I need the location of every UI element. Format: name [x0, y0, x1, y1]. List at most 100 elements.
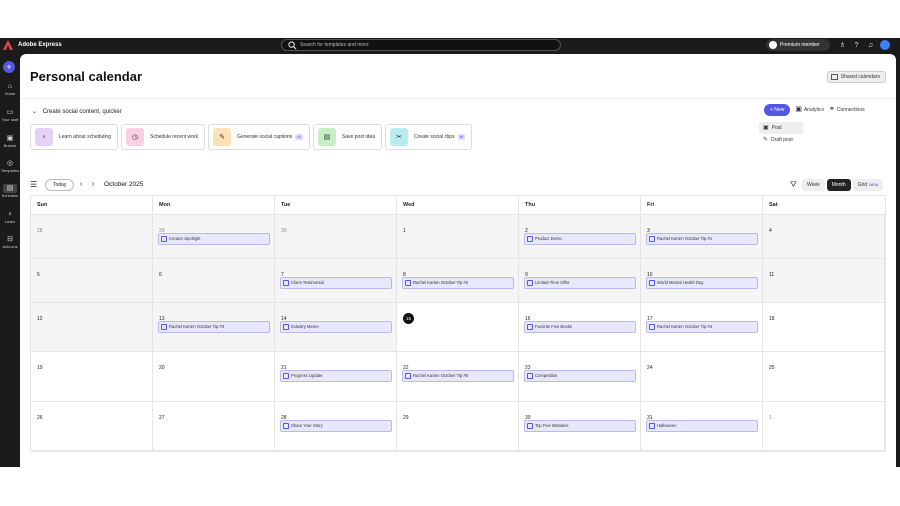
scheduled-post[interactable]: Favorite Five Books	[524, 321, 636, 333]
calendar-day-cell[interactable]: 24	[641, 352, 763, 402]
rail-item-schedule[interactable]: ▤ Schedule	[0, 184, 20, 199]
analytics-button[interactable]: ▣ Analytics	[795, 104, 824, 116]
scheduled-post[interactable]: World Mental Health Day	[646, 277, 758, 289]
calendar-day-cell[interactable]: 29 Creator Spotlight	[153, 215, 275, 259]
calendar-day-cell[interactable]: 30	[275, 215, 397, 259]
scheduled-post[interactable]: Creator Spotlight	[158, 233, 270, 245]
calendar-day-cell[interactable]: 11	[763, 259, 885, 303]
search-placeholder: Search for templates and more	[300, 42, 369, 48]
calendar-day-cell[interactable]: 27	[153, 402, 275, 452]
calendar-day-cell[interactable]: 26	[31, 402, 153, 452]
calendar-day-cell[interactable]: 1	[397, 215, 519, 259]
avatar[interactable]	[880, 40, 890, 50]
rail-item-brands[interactable]: ▣ Brands	[0, 134, 20, 149]
calendar-day-cell[interactable]: 28	[31, 215, 153, 259]
note-icon: ▤	[317, 128, 336, 146]
calendar-day-cell[interactable]: 31 Halloween	[641, 402, 763, 452]
date-number: 11	[769, 272, 775, 278]
calendar-day-cell[interactable]: 20	[153, 352, 275, 402]
rail-item-your-stuff[interactable]: ▭ Your stuff	[0, 108, 20, 123]
calendar-day-cell[interactable]: 19	[31, 352, 153, 402]
rail-item-templates[interactable]: ◎ Templates	[0, 159, 20, 174]
card-save-post-idea[interactable]: ▤ Save post idea	[312, 124, 383, 150]
scheduled-post[interactable]: Rachel Karten October Tip #2	[402, 277, 514, 289]
scheduled-post[interactable]: Client Testimonial	[280, 277, 392, 289]
calendar-day-cell[interactable]: 23 Competition	[519, 352, 641, 402]
help-icon[interactable]: ?	[852, 41, 861, 50]
scheduled-post[interactable]: Rachel Karten October Tip #5	[402, 370, 514, 382]
calendar-day-cell[interactable]: 14 Industry Meme	[275, 303, 397, 352]
calendar-day-cell[interactable]: 10 World Mental Health Day	[641, 259, 763, 303]
calendar-day-cell[interactable]: 30 Top Five Mistakes	[519, 402, 641, 452]
today-button[interactable]: Today	[45, 179, 75, 191]
calendar-day-cell[interactable]: 13 Rachel Karten October Tip #3	[153, 303, 275, 352]
menu-item-draft-post[interactable]: ✎ Draft post	[759, 134, 803, 146]
calendar-day-cell[interactable]: 28 Share Your Story	[275, 402, 397, 452]
calendar-menu-icon[interactable]: ☰	[30, 180, 37, 190]
connections-button[interactable]: ⚭ Connections	[829, 104, 865, 116]
scheduled-post[interactable]: Rachel Karten October Tip #3	[158, 321, 270, 333]
scheduled-post[interactable]: Share Your Story	[280, 420, 392, 432]
card-learn-scheduling[interactable]: ♀ Learn about scheduling	[30, 124, 118, 150]
calendar-day-cell[interactable]: 15	[397, 303, 519, 352]
scheduled-post[interactable]: Top Five Mistakes	[524, 420, 636, 432]
bell-icon[interactable]: ♫	[866, 41, 875, 50]
calendar-day-cell[interactable]: 25	[763, 352, 885, 402]
chevron-right-icon[interactable]: ›	[92, 179, 94, 191]
date-number: 18	[769, 316, 775, 322]
calendar-day-cell[interactable]: 17 Rachel Karten October Tip #4	[641, 303, 763, 352]
adobe-logo-icon[interactable]	[3, 40, 13, 50]
view-grid-label: Grid	[857, 182, 868, 188]
calendar-day-cell[interactable]: 4	[763, 215, 885, 259]
addon-icon: ⊟	[7, 236, 13, 243]
calendar-day-cell[interactable]: 22 Rachel Karten October Tip #5	[397, 352, 519, 402]
card-schedule-recent-work[interactable]: ◷ Schedule recent work	[121, 124, 206, 150]
calendar-day-cell[interactable]: 29	[397, 402, 519, 452]
view-grid[interactable]: Grid NEW	[852, 179, 884, 191]
scheduled-post[interactable]: Competition	[524, 370, 636, 382]
view-week[interactable]: Week	[802, 179, 825, 191]
calendar-day-cell[interactable]: 21 Progress Update	[275, 352, 397, 402]
calendar-day-cell[interactable]: 18	[763, 303, 885, 352]
scheduled-post[interactable]: Progress Update	[280, 370, 392, 382]
post-icon	[161, 324, 167, 330]
create-button[interactable]: +	[3, 61, 15, 73]
calendar-day-cell[interactable]: 2 Product Demo	[519, 215, 641, 259]
post-icon	[283, 373, 289, 379]
scheduled-post[interactable]: Product Demo	[524, 233, 636, 245]
post-title: Product Demo	[535, 236, 562, 241]
calendar-day-cell[interactable]: 3 Rachel Karten October Tip #1	[641, 215, 763, 259]
scheduled-post[interactable]: Rachel Karten October Tip #4	[646, 321, 758, 333]
calendar-day-cell[interactable]: 16 Favorite Five Books	[519, 303, 641, 352]
filter-icon[interactable]: ⛛	[790, 179, 797, 191]
rail-item-learn[interactable]: ♀ Learn	[0, 210, 20, 225]
scheduled-post[interactable]: Limited-Time Offer	[524, 277, 636, 289]
calendar-day-cell[interactable]: 1	[763, 402, 885, 452]
post-title: Halloween	[657, 423, 677, 428]
rail-label: Learn	[4, 219, 16, 224]
calendar-day-cell[interactable]: 7 Client Testimonial	[275, 259, 397, 303]
quickstart-toggle[interactable]: ⌄ Create social content, quicker	[32, 108, 122, 116]
calendar-day-cell[interactable]: 5	[31, 259, 153, 303]
calendar-day-cell[interactable]: 6	[153, 259, 275, 303]
card-create-clips[interactable]: ✂ Create social clips AI	[385, 124, 473, 150]
labs-icon[interactable]: ♗	[838, 41, 847, 50]
calendar-day-cell[interactable]: 9 Limited-Time Offer	[519, 259, 641, 303]
scheduled-post[interactable]: Rachel Karten October Tip #1	[646, 233, 758, 245]
card-generate-captions[interactable]: ✎ Generate social captions AI	[208, 124, 310, 150]
search-input[interactable]: Search for templates and more	[281, 39, 561, 51]
shared-calendars-button[interactable]: Shared calendars	[826, 71, 886, 83]
new-button[interactable]: + New	[764, 104, 791, 116]
rail-item-home[interactable]: ⌂ Home	[0, 82, 20, 97]
menu-item-post[interactable]: ▣ Post	[759, 122, 803, 134]
rail-item-add-ons[interactable]: ⊟ Add-ons	[0, 235, 20, 250]
scheduled-post[interactable]: Industry Meme	[280, 321, 392, 333]
premium-badge[interactable]: Premium member	[766, 39, 830, 51]
date-number: 1	[769, 415, 772, 421]
calendar-day-cell[interactable]: 8 Rachel Karten October Tip #2	[397, 259, 519, 303]
chevron-left-icon[interactable]: ‹	[80, 179, 82, 191]
scheduled-post[interactable]: Halloween	[646, 420, 758, 432]
main-panel: Personal calendar Shared calendars ⌄ Cre…	[20, 54, 896, 467]
view-month[interactable]: Month	[826, 179, 851, 191]
calendar-day-cell[interactable]: 12	[31, 303, 153, 352]
